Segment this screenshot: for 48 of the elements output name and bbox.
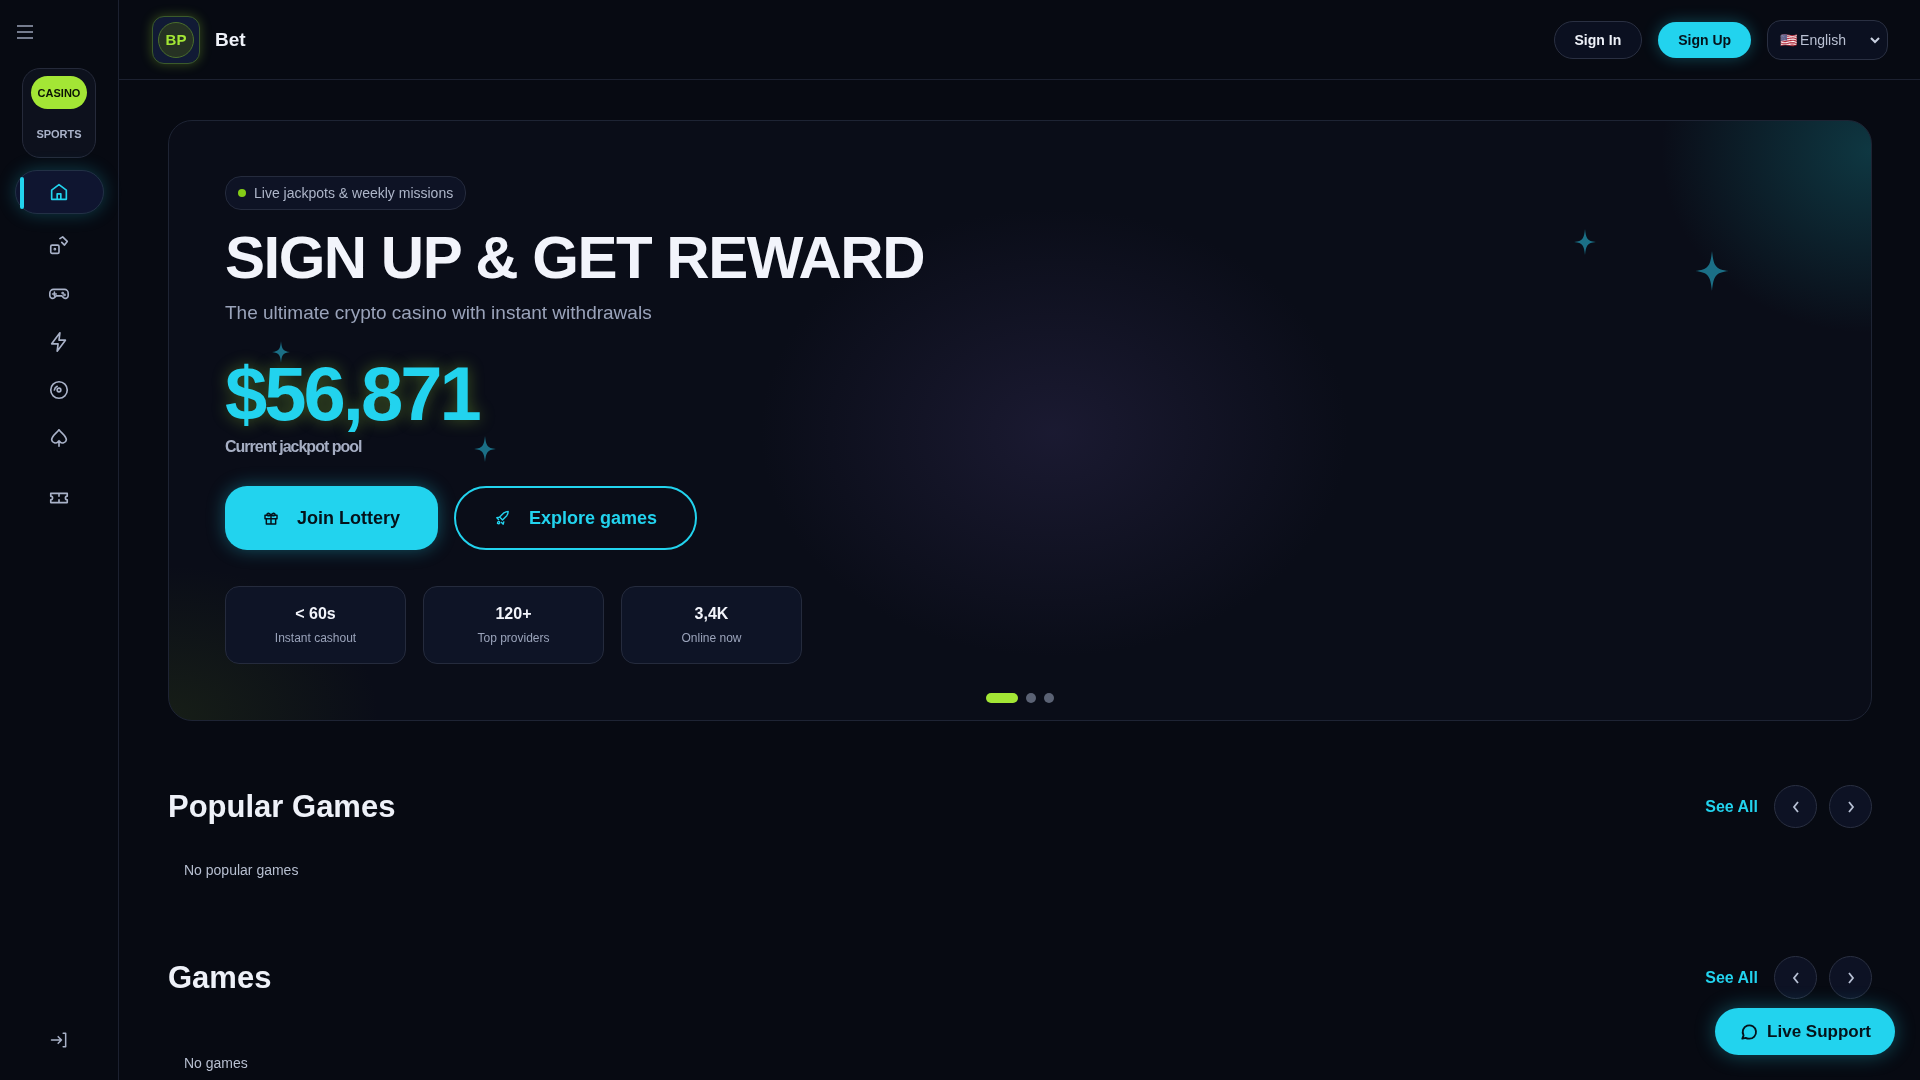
mode-tab[interactable]: CASINO	[31, 76, 87, 109]
carousel-dot[interactable]	[1026, 693, 1036, 703]
stat-label: Online now	[681, 631, 742, 645]
see-all-link[interactable]: See All	[1705, 797, 1758, 816]
home-icon	[48, 181, 70, 203]
live-support-button[interactable]: Live Support	[1715, 1008, 1895, 1055]
see-all-link[interactable]: See All	[1705, 968, 1758, 987]
menu-icon[interactable]	[16, 25, 34, 39]
announcement-badge: Live jackpots & weekly missions	[225, 176, 467, 210]
stat-value: < 60s	[295, 605, 336, 623]
stat-label: Instant cashout	[274, 631, 357, 645]
rocket-icon	[494, 509, 511, 527]
chevron-left-icon	[1790, 970, 1801, 985]
carousel-dot[interactable]	[1044, 693, 1054, 703]
gift-icon	[263, 510, 279, 526]
chevron-right-icon	[1845, 970, 1856, 985]
nav-item[interactable]	[14, 170, 104, 214]
sparkle-icon	[474, 436, 496, 462]
sparkle-icon	[272, 341, 290, 363]
join-lottery-button[interactable]: Join Lottery	[225, 486, 438, 550]
hero-title: SIGN UP & GET REWARD	[225, 224, 924, 292]
empty-message: No popular games	[184, 862, 299, 878]
chevron-right-icon	[1845, 799, 1856, 814]
mode-tab[interactable]: SPORTS	[31, 117, 87, 150]
section-title: Popular Games	[168, 788, 397, 825]
jackpot-caption: Current jackpot pool	[225, 438, 362, 456]
logout-icon[interactable]	[49, 1030, 69, 1050]
active-indicator	[19, 177, 24, 209]
disc-icon	[48, 379, 70, 401]
section-title: Games	[168, 959, 273, 996]
dice-icon	[48, 235, 70, 257]
sign-up-button[interactable]: Sign Up	[1658, 21, 1752, 58]
chevron-down-icon	[1869, 35, 1881, 44]
spade-icon	[48, 427, 70, 449]
stat-value: 120+	[495, 605, 532, 623]
sign-in-button[interactable]: Sign In	[1553, 20, 1643, 59]
logo[interactable]: BP	[152, 15, 200, 64]
chat-bubble-icon	[1739, 1021, 1760, 1042]
chevron-left-icon	[1790, 799, 1801, 814]
jackpot-amount: $56,871	[225, 354, 479, 434]
explore-games-button[interactable]: Explore games	[454, 486, 698, 550]
hero-subtitle: The ultimate crypto casino with instant withdrawals	[225, 302, 652, 324]
sparkle-icon	[1574, 229, 1596, 255]
stat-label: Top providers	[477, 631, 550, 645]
empty-message: No games	[184, 1055, 248, 1071]
stat-value: 3,4K	[694, 605, 729, 623]
language-select[interactable]: 🇺🇸 English	[1767, 19, 1888, 60]
brand-name: Bet	[215, 28, 246, 51]
